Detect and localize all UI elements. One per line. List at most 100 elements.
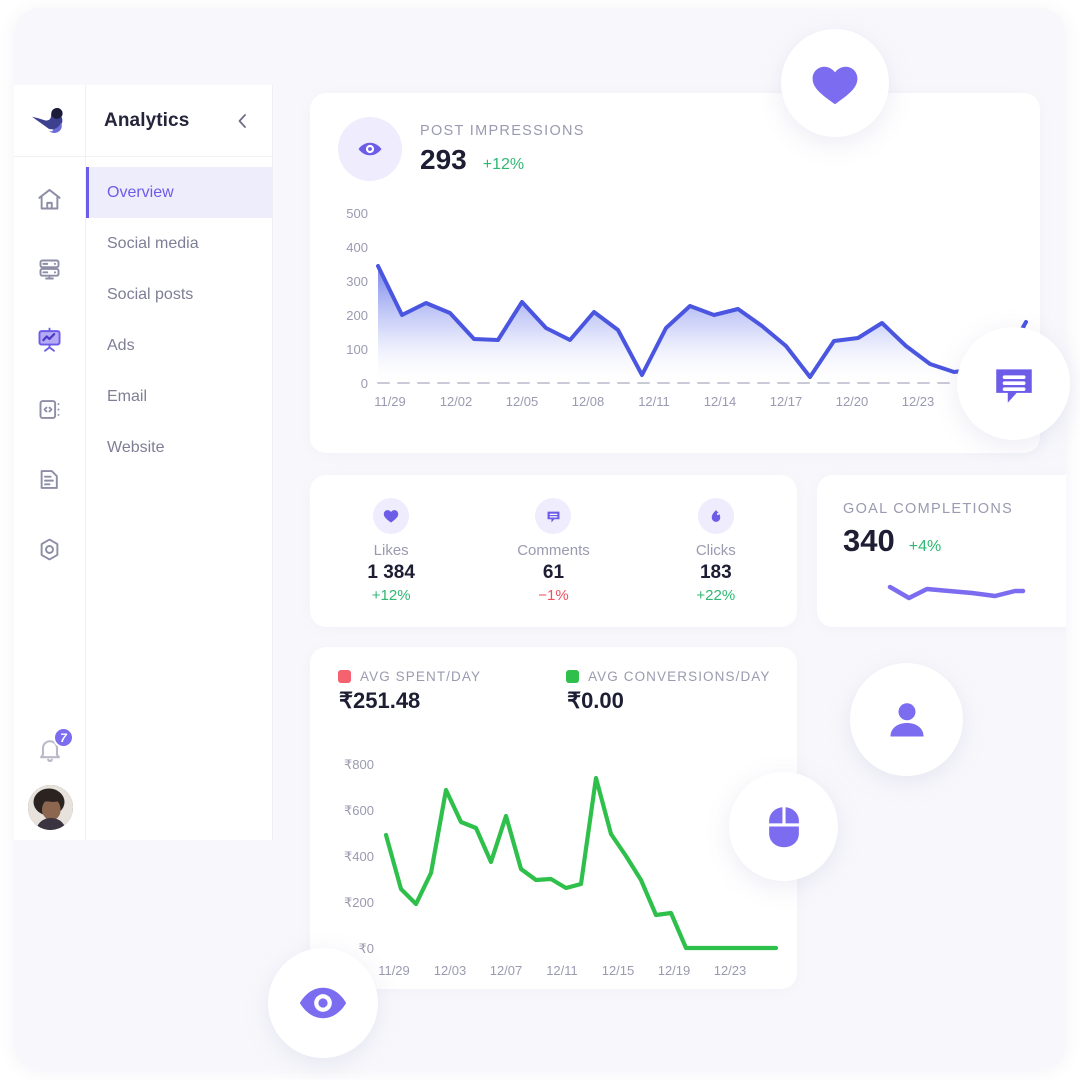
analytics-board-icon [38,327,61,352]
legend-swatch-conversions [566,670,580,683]
spend-legend: AVG SPENT/DAY ₹251.48 AVG CONVERSIONS/DA… [310,647,797,714]
nav-label: Social posts [107,285,194,303]
code-icon [39,399,60,419]
metric-delta: +12% [371,587,411,604]
impressions-icon-bubble [338,117,402,181]
spend-line-chart: ₹800 ₹600 ₹400 ₹200 ₹0 11/29 12/03 12/07… [344,757,779,978]
metric-clicks: Clicks 183 +22% [635,498,797,604]
floating-user-bubble[interactable] [850,663,963,776]
avatar-image [27,785,73,830]
clicks-icon-bubble [697,498,734,534]
impressions-value: 293 [420,143,467,175]
svg-text:12/23: 12/23 [902,394,935,409]
rail-item-server[interactable] [30,249,70,289]
sidebar-item-ads[interactable]: Ads [86,320,272,371]
legend-value: ₹0.00 [567,688,624,713]
nav-panel: Analytics Overview Social media Social p… [86,85,273,840]
goal-inner: GOAL COMPLETIONS 340 +4% [817,475,1066,559]
post-impressions-card: POST IMPRESSIONS 293 +12% 500 400 300 20… [310,93,1040,453]
click-icon [711,509,721,522]
rail-item-document[interactable] [30,459,70,499]
collapse-sidebar-button[interactable] [231,107,254,135]
spend-card: AVG SPENT/DAY ₹251.48 AVG CONVERSIONS/DA… [310,647,797,989]
rail-item-settings[interactable] [30,529,70,569]
impressions-value-row: 293 +12% [420,144,585,176]
nav-header: Analytics [86,85,272,157]
nav-label: Ads [107,336,135,354]
comment-icon [547,511,560,522]
metric-label: Clicks [695,542,736,559]
metric-delta: +22% [696,587,736,604]
settings-hexagon-icon [40,538,59,560]
floating-comment-bubble[interactable] [957,327,1070,440]
metric-value: 61 [542,562,565,583]
impressions-delta: +12% [482,155,525,173]
sidebar-item-social-media[interactable]: Social media [86,218,272,269]
engagement-metrics-card: Likes 1 384 +12% Comments 61 −1% Clicks … [310,475,797,627]
sidebar-item-website[interactable]: Website [86,422,272,473]
rail-icon-list [30,179,70,569]
icon-rail: 7 [14,85,86,840]
app-logo[interactable] [14,85,86,157]
sidebar-item-social-posts[interactable]: Social posts [86,269,272,320]
svg-text:100: 100 [346,342,368,357]
chevron-left-icon [238,113,246,128]
eye-icon [299,987,347,1019]
floating-eye-bubble[interactable] [268,948,378,1058]
likes-icon-bubble [373,498,410,534]
metric-likes: Likes 1 384 +12% [310,498,472,604]
legend-swatch-spent [338,670,351,683]
user-icon [889,702,924,737]
comments-icon-bubble [535,498,572,534]
screenshot-stage: 7 Analytics Overview Social media Social… [0,0,1080,1080]
legend-label: AVG SPENT/DAY [360,669,482,684]
eye-icon [358,142,382,156]
metrics-grid: Likes 1 384 +12% Comments 61 −1% Clicks … [310,475,797,627]
legend-avg-spent: AVG SPENT/DAY ₹251.48 [338,669,481,714]
content-area: POST IMPRESSIONS 293 +12% 500 400 300 20… [273,85,1066,1070]
legend-avg-conversions: AVG CONVERSIONS/DAY ₹0.00 [566,669,770,714]
goal-value: 340 [843,523,895,558]
svg-text:12/07: 12/07 [490,963,523,978]
sidebar-item-overview[interactable]: Overview [86,167,272,218]
sidebar-item-email[interactable]: Email [86,371,272,422]
rail-item-home[interactable] [30,179,70,219]
svg-text:400: 400 [346,240,368,255]
notifications-button[interactable]: 7 [33,727,74,767]
avatar[interactable] [27,785,73,830]
legend-top: AVG SPENT/DAY [338,669,481,684]
nav-label: Overview [107,183,174,201]
impressions-area-chart: 500 400 300 200 100 0 11/29 12/02 12/05 … [346,206,1033,409]
svg-text:11/29: 11/29 [374,394,406,409]
rail-bottom-section: 7 [14,727,86,830]
svg-text:12/20: 12/20 [836,394,869,409]
home-icon [38,188,61,209]
impressions-header: POST IMPRESSIONS 293 +12% [310,93,1040,181]
metric-label: Comments [517,542,590,559]
legend-value: ₹251.48 [339,688,421,713]
svg-text:300: 300 [346,274,368,289]
metric-value: 1 384 [367,562,415,583]
nav-label: Website [107,438,165,456]
rail-item-analytics[interactable] [30,319,70,359]
floating-mouse-bubble[interactable] [729,772,838,881]
goal-completions-card: GOAL COMPLETIONS 340 +4% [817,475,1066,627]
svg-text:12/17: 12/17 [770,394,803,409]
heart-icon [812,66,858,105]
page-title: Analytics [104,109,190,131]
goal-value-row: 340 +4% [843,523,1066,559]
goal-delta: +4% [908,538,942,555]
heart-icon [383,510,399,523]
nav-label: Email [107,387,148,405]
svg-text:0: 0 [361,376,368,391]
svg-text:₹400: ₹400 [344,849,374,864]
svg-text:500: 500 [346,206,368,221]
bird-logo-icon [31,107,63,133]
svg-text:12/15: 12/15 [602,963,635,978]
comment-icon [995,368,1032,403]
svg-text:₹0: ₹0 [358,941,374,956]
metric-label: Likes [373,542,409,559]
rail-item-code[interactable] [30,389,70,429]
floating-heart-bubble[interactable] [781,29,889,137]
goal-sparkline [887,584,1026,601]
